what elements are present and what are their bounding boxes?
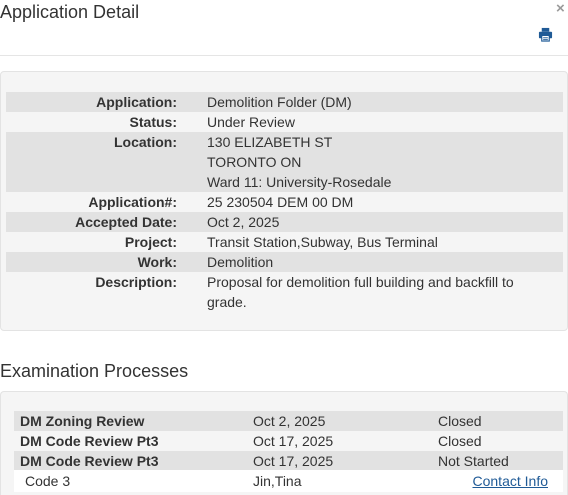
detail-value: Oct 2, 2025 [207,214,280,230]
detail-row-work: Work: Demolition [6,252,563,272]
exam-status: Closed [438,433,482,449]
dialog-title: Application Detail [0,2,140,22]
detail-label: Status: [129,114,177,130]
location-line: Ward 11: University-Rosedale [207,174,392,190]
close-icon[interactable]: × [556,0,565,17]
detail-value: Demolition Folder (DM) [207,94,352,110]
detail-label: Application#: [88,194,177,210]
examination-section-title: Examination Processes [0,361,189,381]
exam-status: Closed [438,413,482,429]
exam-code: Code 3 [25,473,71,489]
application-detail-panel: Application: Demolition Folder (DM) Stat… [0,71,568,331]
detail-value: Under Review [207,114,295,130]
detail-row-description: Description: Proposal for demolition ful… [6,272,563,312]
exam-row: DM Zoning Review Oct 2, 2025 Closed [14,411,563,431]
exam-status: Not Started [438,453,509,469]
exam-row: DM Code Review Pt3 Oct 17, 2025 Closed [14,431,563,451]
exam-date: Oct 17, 2025 [253,453,334,469]
exam-process: DM Code Review Pt3 [20,453,159,469]
detail-value: 130 ELIZABETH ST TORONTO ON Ward 11: Uni… [207,132,537,192]
exam-date: Oct 2, 2025 [253,413,326,429]
detail-row-location: Location: 130 ELIZABETH ST TORONTO ON Wa… [6,132,563,192]
contact-info-link[interactable]: Contact Info [473,470,549,492]
detail-label: Location: [114,134,177,150]
detail-row-application-number: Application#: 25 230504 DEM 00 DM [6,192,563,212]
detail-row-accepted-date: Accepted Date: Oct 2, 2025 [6,212,563,232]
detail-value: Proposal for demolition full building an… [207,272,537,312]
detail-value: Demolition [207,254,274,270]
detail-label: Application: [96,94,177,110]
detail-row-status: Status: Under Review [6,112,563,132]
exam-process: DM Zoning Review [20,413,145,429]
location-line: 130 ELIZABETH ST [207,134,333,150]
detail-row-project: Project: Transit Station,Subway, Bus Ter… [6,232,563,252]
description-line: grade. [207,294,247,310]
detail-value: Transit Station,Subway, Bus Terminal [207,234,438,250]
exam-row: DM Code Review Pt3 Oct 17, 2025 Not Star… [14,451,563,471]
exam-process: DM Code Review Pt3 [20,433,159,449]
exam-sub-row: Code 3 Jin,Tina Contact Info [14,470,563,492]
exam-date: Oct 17, 2025 [253,433,334,449]
detail-row-application: Application: Demolition Folder (DM) [6,92,563,112]
detail-label: Accepted Date: [75,214,177,230]
location-line: TORONTO ON [207,154,302,170]
exam-examiner: Jin,Tina [253,473,302,489]
detail-value: 25 230504 DEM 00 DM [207,194,354,210]
detail-label: Project: [124,234,177,250]
header-divider [0,55,568,56]
detail-label: Description: [95,274,177,290]
detail-label: Work: [137,254,177,270]
print-icon[interactable] [538,27,553,42]
description-line: Proposal for demolition full building an… [207,274,514,290]
